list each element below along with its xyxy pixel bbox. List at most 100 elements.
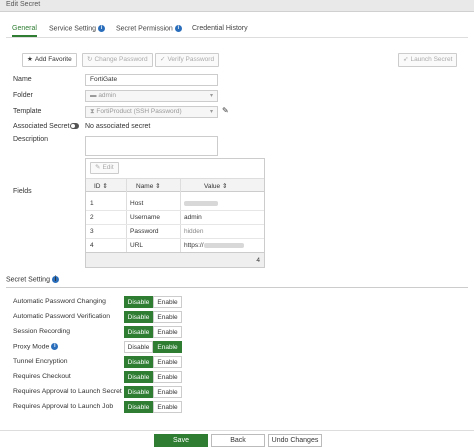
chevron-down-icon: ▾ <box>209 93 213 99</box>
edit-template-pencil-icon[interactable]: ✎ <box>222 106 229 115</box>
enable-option[interactable]: Enable <box>153 356 182 368</box>
associated-toggle[interactable] <box>70 123 79 129</box>
enable-option[interactable]: Enable <box>153 401 182 413</box>
tab-general[interactable]: General <box>12 25 37 37</box>
disable-option[interactable]: Disable <box>124 341 153 353</box>
rocket-icon: ➶ <box>403 56 409 63</box>
row-value: admin <box>184 214 202 221</box>
edit-label: Edit <box>102 164 114 171</box>
setting-toggle: Disable Enable <box>124 341 182 353</box>
chevron-down-icon: ▾ <box>209 109 213 115</box>
row-name: Host <box>130 200 144 207</box>
folder-select[interactable]: ▬ admin ▾ <box>85 90 218 102</box>
setting-label: Automatic Password Verification <box>13 313 110 320</box>
row-id: 1 <box>90 200 94 207</box>
disable-option[interactable]: Disable <box>124 386 153 398</box>
enable-option[interactable]: Enable <box>153 326 182 338</box>
add-favorite-button[interactable]: ★ Add Favorite <box>22 53 77 67</box>
setting-label-text: Proxy Mode <box>13 343 50 351</box>
setting-label-text: Requires Checkout <box>13 373 71 380</box>
back-button[interactable]: Back <box>211 434 265 447</box>
row-value <box>184 200 218 207</box>
enable-option[interactable]: Enable <box>153 296 182 308</box>
row-value-text: https:// <box>184 242 204 249</box>
sort-icon: ⇕ <box>221 183 228 190</box>
tab-secret-permission[interactable]: Secret Permission i <box>116 25 182 32</box>
header-id[interactable]: ID ⇕ <box>94 182 108 190</box>
setting-label-text: Automatic Password Verification <box>13 313 111 320</box>
star-icon: ★ <box>27 56 33 63</box>
disable-option[interactable]: Disable <box>124 401 153 413</box>
disable-option[interactable]: Disable <box>124 311 153 323</box>
refresh-icon: ↻ <box>87 56 93 63</box>
window-title: Edit Secret <box>6 1 41 8</box>
edit-button[interactable]: ✎ Edit <box>90 162 119 174</box>
footer-bar: Save Back Undo Changes <box>0 430 474 448</box>
enable-option[interactable]: Enable <box>153 386 182 398</box>
setting-toggle: Disable Enable <box>124 326 182 338</box>
fields-label: Fields <box>13 188 32 195</box>
table-row[interactable]: 2 Username admin <box>86 211 264 225</box>
setting-label: Session Recording <box>13 328 70 335</box>
setting-label: Automatic Password Changing <box>13 298 106 305</box>
table-row[interactable]: 1 Host <box>86 197 264 211</box>
redacted-value <box>184 200 218 206</box>
folder-label: Folder <box>13 92 33 99</box>
grid-footer: 4 <box>86 252 264 267</box>
disable-option[interactable]: Disable <box>124 371 153 383</box>
disable-option[interactable]: Disable <box>124 356 153 368</box>
row-id: 4 <box>90 242 94 249</box>
secret-setting-title: Secret Setting <box>6 276 50 284</box>
disable-option[interactable]: Disable <box>124 296 153 308</box>
sort-icon: ⇕ <box>155 183 161 190</box>
verify-password-button[interactable]: ✓ Verify Password <box>155 53 220 67</box>
tab-general-label: General <box>12 25 37 32</box>
setting-label: Proxy Mode i <box>13 343 59 351</box>
grid-toolbar: ✎ Edit <box>86 159 264 179</box>
header-name[interactable]: Name ⇕ <box>136 182 161 190</box>
setting-toggle: Disable Enable <box>124 311 182 323</box>
table-row[interactable]: 3 Password hidden <box>86 225 264 239</box>
tab-credential-history[interactable]: Credential History <box>192 25 248 32</box>
setting-toggle: Disable Enable <box>124 401 182 413</box>
info-icon: i <box>51 276 59 283</box>
enable-option[interactable]: Enable <box>153 341 182 353</box>
launch-secret-button[interactable]: ➶ Launch Secret <box>398 53 458 67</box>
row-name: Username <box>130 214 160 221</box>
add-favorite-label: Add Favorite <box>34 56 72 63</box>
row-value: hidden <box>184 228 204 235</box>
enable-option[interactable]: Enable <box>153 311 182 323</box>
change-password-button[interactable]: ↻ Change Password <box>82 53 153 67</box>
info-icon: i <box>51 343 59 350</box>
table-row[interactable]: 4 URL https:// <box>86 239 264 253</box>
row-name: Password <box>130 228 159 235</box>
change-password-label: Change Password <box>94 56 148 63</box>
undo-changes-button[interactable]: Undo Changes <box>268 434 322 447</box>
row-value: https:// <box>184 242 244 249</box>
header-value[interactable]: Value ⇕ <box>204 182 227 190</box>
associated-secret-value: No associated secret <box>85 123 151 130</box>
disable-option[interactable]: Disable <box>124 326 153 338</box>
tab-service-setting-label: Service Setting <box>49 25 97 33</box>
secret-setting-header: Secret Setting i <box>6 276 468 288</box>
template-select[interactable]: ⧗ FortiProduct (SSH Password) ▾ <box>85 106 218 118</box>
enable-option[interactable]: Enable <box>153 371 182 383</box>
info-icon: i <box>174 25 182 32</box>
description-textarea[interactable] <box>85 136 218 156</box>
save-button[interactable]: Save <box>154 434 208 447</box>
info-icon: i <box>98 25 106 32</box>
name-input[interactable]: FortiGate <box>85 74 218 86</box>
setting-label-text: Automatic Password Changing <box>13 298 106 305</box>
name-value: FortiGate <box>90 76 118 83</box>
row-id: 2 <box>90 214 94 221</box>
setting-toggle: Disable Enable <box>124 296 182 308</box>
tab-service-setting[interactable]: Service Setting i <box>49 25 106 33</box>
toggle-knob <box>71 124 75 128</box>
setting-label-text: Tunnel Encryption <box>13 358 68 365</box>
tab-bar: General Service Setting i Secret Permissi… <box>6 22 468 38</box>
folder-value: admin <box>98 92 117 99</box>
setting-toggle: Disable Enable <box>124 371 182 383</box>
sort-icon: ⇕ <box>102 183 108 190</box>
row-name: URL <box>130 242 144 249</box>
setting-label: Requires Approval to Launch Job <box>13 403 113 410</box>
